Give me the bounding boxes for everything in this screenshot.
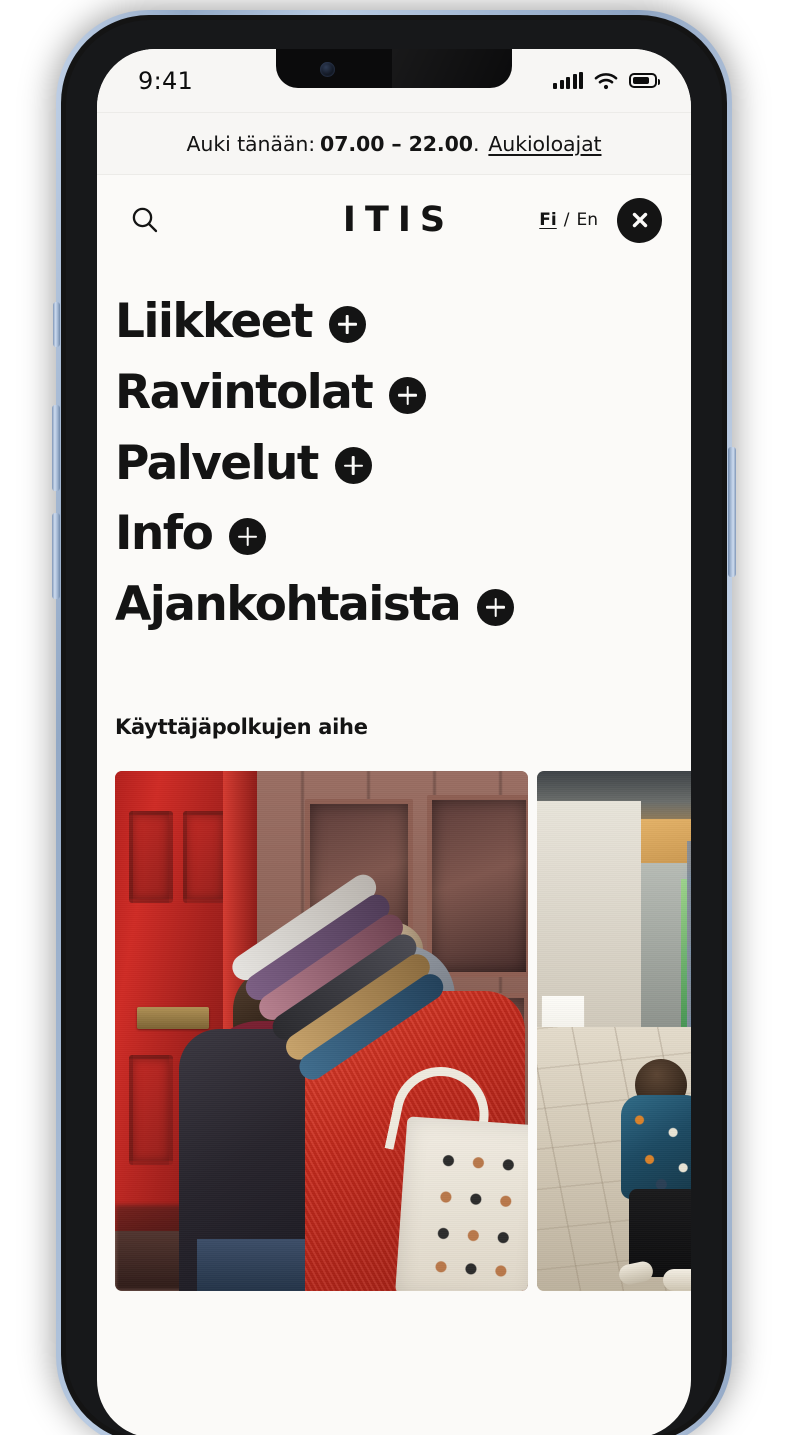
opening-hours-banner: Auki tänään: 07.00 – 22.00 . Aukioloajat: [97, 112, 691, 175]
nav-label: Info: [115, 506, 214, 562]
screenshot-stage: 9:41 Auki tänään: 07.00 – 22.00 . Aukiol…: [0, 0, 787, 1435]
door-plate: [137, 1006, 209, 1029]
battery-icon: [629, 73, 660, 88]
nav-item-info[interactable]: Info: [115, 506, 691, 562]
brand-logo[interactable]: ITIS: [334, 200, 454, 240]
close-menu-button[interactable]: [617, 197, 662, 243]
user-path-card-list: HALONEN: [97, 739, 691, 1291]
plus-icon[interactable]: [229, 518, 267, 556]
tote-bag: [394, 1116, 528, 1291]
header-right-group: Fi / En: [539, 197, 662, 243]
child-jacket-pattern: [621, 1094, 691, 1199]
language-separator: /: [563, 210, 570, 230]
search-icon: [132, 207, 158, 233]
close-icon: [632, 212, 647, 228]
plus-icon[interactable]: [334, 447, 372, 485]
opening-hours-time: 07.00 – 22.00: [320, 131, 473, 156]
nav-item-ajankohtaista[interactable]: Ajankohtaista: [115, 577, 691, 632]
nav-label: Palvelut: [115, 435, 319, 491]
phone-screen: 9:41 Auki tänään: 07.00 – 22.00 . Aukiol…: [97, 49, 691, 1435]
plus-icon[interactable]: [328, 305, 366, 343]
window: [427, 794, 528, 977]
section-title: Käyttäjäpolkujen aihe: [115, 714, 368, 739]
opening-hours-period: .: [472, 131, 480, 156]
plus-icon[interactable]: [477, 588, 515, 626]
language-switcher: Fi / En: [539, 210, 598, 230]
status-bar-icons: [553, 72, 660, 90]
display-notch: [276, 49, 512, 88]
status-bar-clock: 9:41: [138, 66, 194, 95]
user-path-card-2[interactable]: HALONEN: [537, 770, 691, 1291]
language-option-fi[interactable]: Fi: [539, 210, 556, 230]
user-path-card-1[interactable]: [115, 770, 528, 1291]
child-shoe-right: [663, 1268, 691, 1291]
opening-hours-link[interactable]: Aukioloajat: [488, 132, 601, 156]
card-1-photo: [115, 770, 528, 1291]
nav-label: Ravintolat: [115, 364, 374, 420]
cellular-signal-icon: [553, 72, 583, 89]
card-2-photo: HALONEN: [537, 770, 691, 1291]
volume-up-button[interactable]: [52, 405, 60, 491]
halonen-neon-sign: HALONEN: [689, 871, 691, 1036]
wifi-icon: [594, 72, 618, 89]
power-button[interactable]: [728, 447, 736, 577]
plus-icon[interactable]: [389, 376, 427, 414]
search-button[interactable]: [122, 197, 168, 243]
language-option-en[interactable]: En: [576, 210, 598, 230]
nav-label: Ajankohtaista: [115, 577, 462, 632]
nav-label: Liikkeet: [115, 294, 313, 349]
menu-overlay-panel: ITIS Fi / En Liikkeet Ravintolat Palvelu…: [97, 175, 691, 1291]
mute-switch-button[interactable]: [53, 302, 60, 347]
tote-bag-print: [425, 1132, 528, 1291]
volume-down-button[interactable]: [52, 513, 60, 599]
nav-item-liikkeet[interactable]: Liikkeet: [115, 294, 691, 349]
nav-item-palvelut[interactable]: Palvelut: [115, 435, 691, 491]
main-navigation: Liikkeet Ravintolat Palvelut Info Ajanko…: [97, 263, 691, 631]
front-camera-icon: [320, 62, 335, 77]
notch-gloss: [392, 49, 512, 88]
opening-hours-label: Auki tänään:: [186, 131, 316, 156]
menu-header: ITIS Fi / En: [97, 177, 691, 263]
nav-item-ravintolat[interactable]: Ravintolat: [115, 364, 691, 420]
